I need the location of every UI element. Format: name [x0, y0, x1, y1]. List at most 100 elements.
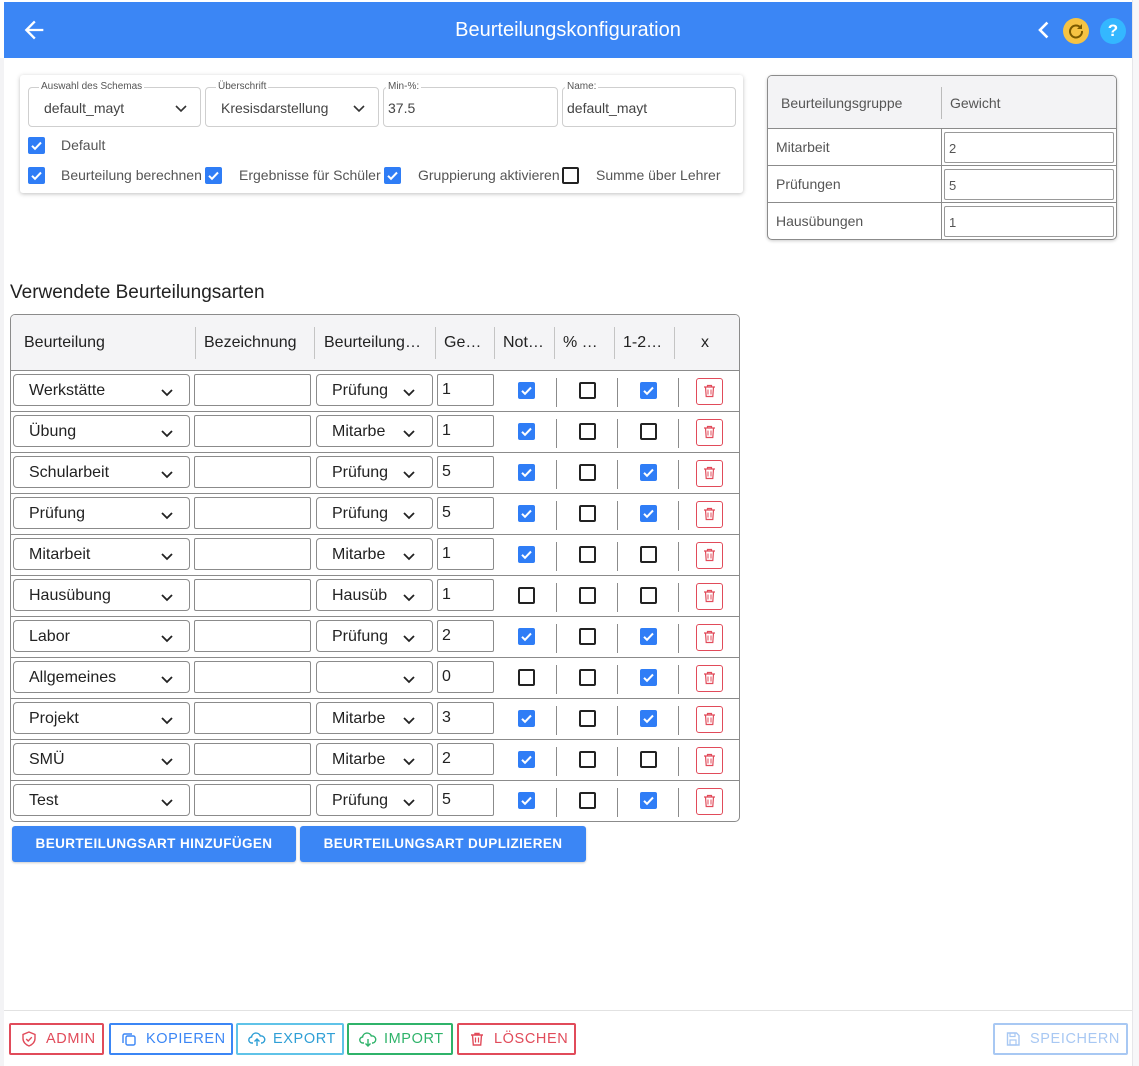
delete-row-button[interactable] [696, 460, 723, 487]
teacher-sum-checkbox[interactable] [562, 167, 579, 184]
weight-input[interactable]: 1 [437, 415, 494, 447]
assessment-group-select[interactable] [316, 661, 433, 693]
delete-row-button[interactable] [696, 378, 723, 405]
weight-input[interactable]: 5 [437, 456, 494, 488]
group-weight-input[interactable]: 2 [944, 132, 1114, 163]
designation-input[interactable] [194, 743, 311, 775]
delete-row-button[interactable] [696, 583, 723, 610]
assessment-group-select[interactable]: Mitarbe [316, 743, 433, 775]
grade-checkbox[interactable] [518, 669, 535, 686]
percent-checkbox[interactable] [579, 792, 596, 809]
weight-input[interactable]: 3 [437, 702, 494, 734]
assessment-type-select[interactable]: Schularbeit [13, 456, 190, 488]
weight-input[interactable]: 0 [437, 661, 494, 693]
percent-checkbox[interactable] [579, 628, 596, 645]
delete-row-button[interactable] [696, 542, 723, 569]
designation-input[interactable] [194, 374, 311, 406]
percent-checkbox[interactable] [579, 505, 596, 522]
assessment-type-select[interactable]: Projekt [13, 702, 190, 734]
assessment-group-select[interactable]: Mitarbe [316, 538, 433, 570]
onetwo-checkbox[interactable] [640, 546, 657, 563]
percent-checkbox[interactable] [579, 423, 596, 440]
assessment-group-select[interactable]: Mitarbe [316, 415, 433, 447]
grade-checkbox[interactable] [518, 751, 535, 768]
delete-row-button[interactable] [696, 747, 723, 774]
weight-input[interactable]: 5 [437, 784, 494, 816]
onetwo-checkbox[interactable] [640, 382, 657, 399]
assessment-group-select[interactable]: Prüfung [316, 374, 433, 406]
onetwo-checkbox[interactable] [640, 587, 657, 604]
percent-checkbox[interactable] [579, 710, 596, 727]
schema-select[interactable]: Auswahl des Schemas default_mayt [28, 81, 201, 127]
onetwo-checkbox[interactable] [640, 669, 657, 686]
grade-checkbox[interactable] [518, 710, 535, 727]
assessment-type-select[interactable]: Test [13, 784, 190, 816]
designation-input[interactable] [194, 702, 311, 734]
admin-button[interactable]: ADMIN [9, 1023, 104, 1055]
assessment-type-select[interactable]: Prüfung [13, 497, 190, 529]
designation-input[interactable] [194, 538, 311, 570]
assessment-type-select[interactable]: Übung [13, 415, 190, 447]
group-weight-input[interactable]: 5 [944, 169, 1114, 200]
delete-row-button[interactable] [696, 788, 723, 815]
duplicate-assessment-type-button[interactable]: BEURTEILUNGSART DUPLIZIEREN [300, 826, 586, 862]
grouping-checkbox[interactable] [384, 167, 401, 184]
delete-row-button[interactable] [696, 624, 723, 651]
grade-checkbox[interactable] [518, 382, 535, 399]
weight-input[interactable]: 1 [437, 579, 494, 611]
delete-row-button[interactable] [696, 501, 723, 528]
percent-checkbox[interactable] [579, 751, 596, 768]
weight-input[interactable]: 1 [437, 374, 494, 406]
copy-button[interactable]: KOPIEREN [109, 1023, 233, 1055]
weight-input[interactable]: 5 [437, 497, 494, 529]
designation-input[interactable] [194, 661, 311, 693]
designation-input[interactable] [194, 784, 311, 816]
grade-checkbox[interactable] [518, 587, 535, 604]
delete-row-button[interactable] [696, 665, 723, 692]
assessment-group-select[interactable]: Prüfung [316, 620, 433, 652]
delete-row-button[interactable] [696, 419, 723, 446]
percent-checkbox[interactable] [579, 587, 596, 604]
designation-input[interactable] [194, 415, 311, 447]
designation-input[interactable] [194, 497, 311, 529]
percent-checkbox[interactable] [579, 546, 596, 563]
grade-checkbox[interactable] [518, 792, 535, 809]
help-icon[interactable]: ? [1100, 18, 1126, 44]
grade-checkbox[interactable] [518, 628, 535, 645]
designation-input[interactable] [194, 620, 311, 652]
refresh-icon[interactable] [1063, 18, 1089, 44]
import-button[interactable]: IMPORT [347, 1023, 453, 1055]
weight-input[interactable]: 1 [437, 538, 494, 570]
assessment-type-select[interactable]: Labor [13, 620, 190, 652]
scrollbar[interactable] [1132, 0, 1139, 1066]
percent-checkbox[interactable] [579, 382, 596, 399]
percent-checkbox[interactable] [579, 669, 596, 686]
delete-schema-button[interactable]: LÖSCHEN [457, 1023, 576, 1055]
grade-checkbox[interactable] [518, 464, 535, 481]
grade-checkbox[interactable] [518, 423, 535, 440]
assessment-group-select[interactable]: Prüfung [316, 784, 433, 816]
group-weight-input[interactable]: 1 [944, 206, 1114, 237]
weight-input[interactable]: 2 [437, 620, 494, 652]
min-percent-field[interactable]: Min-%: 37.5 [383, 81, 558, 127]
weight-input[interactable]: 2 [437, 743, 494, 775]
assessment-type-select[interactable]: SMÜ [13, 743, 190, 775]
assessment-group-select[interactable]: Hausüb [316, 579, 433, 611]
student-results-checkbox[interactable] [205, 167, 222, 184]
assessment-group-select[interactable]: Mitarbe [316, 702, 433, 734]
grade-checkbox[interactable] [518, 546, 535, 563]
save-button[interactable]: SPEICHERN [993, 1023, 1128, 1055]
calculate-checkbox[interactable] [28, 167, 45, 184]
assessment-type-select[interactable]: Werkstätte [13, 374, 190, 406]
grade-checkbox[interactable] [518, 505, 535, 522]
heading-select[interactable]: Überschrift Kresisdarstellung [205, 81, 379, 127]
chevron-left-icon[interactable] [1032, 18, 1056, 42]
default-checkbox[interactable] [28, 137, 45, 154]
onetwo-checkbox[interactable] [640, 751, 657, 768]
onetwo-checkbox[interactable] [640, 628, 657, 645]
export-button[interactable]: EXPORT [236, 1023, 344, 1055]
delete-row-button[interactable] [696, 706, 723, 733]
onetwo-checkbox[interactable] [640, 423, 657, 440]
assessment-group-select[interactable]: Prüfung [316, 497, 433, 529]
percent-checkbox[interactable] [579, 464, 596, 481]
